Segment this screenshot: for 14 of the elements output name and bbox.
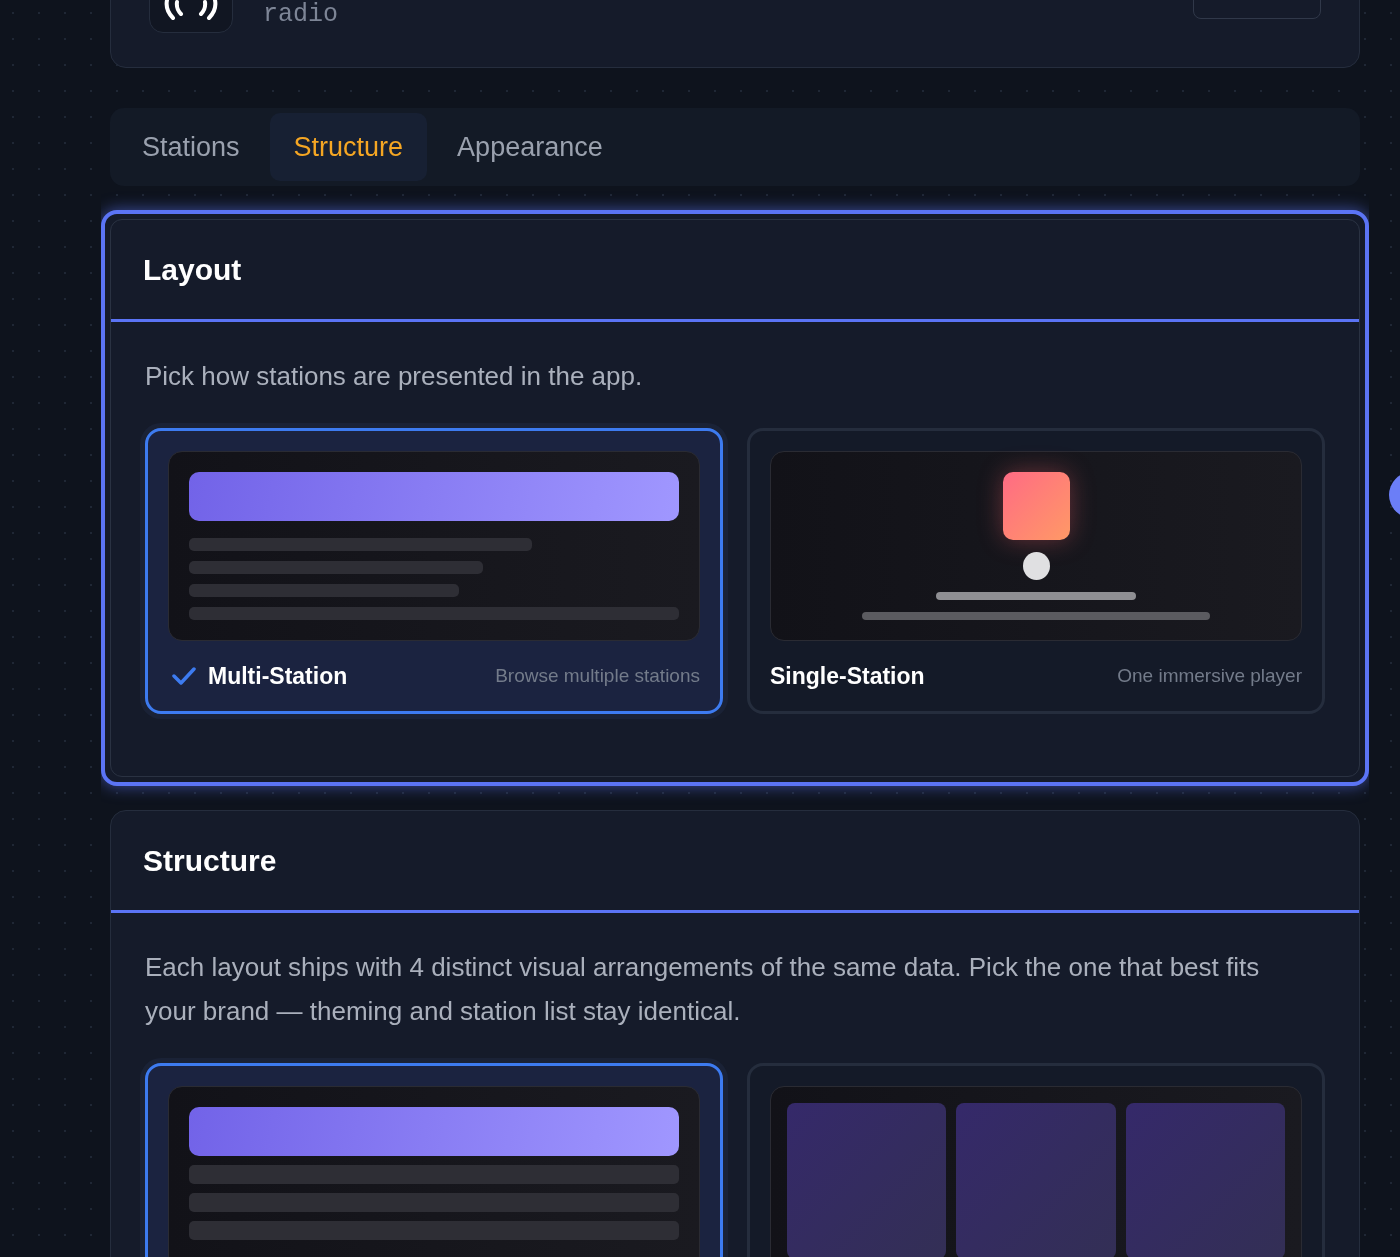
section-title: Structure xyxy=(143,842,277,879)
option-caption: One immersive player xyxy=(1117,663,1302,688)
tab[interactable]: Appearance xyxy=(433,112,627,182)
check-icon xyxy=(172,667,196,685)
app-subtitle: radio xyxy=(263,2,338,27)
layout-option[interactable]: Single-Station One immersive player xyxy=(747,428,1325,714)
tab[interactable]: Stations xyxy=(118,112,264,182)
section-title: Layout xyxy=(143,251,242,288)
option-title: Multi-Station xyxy=(208,661,348,691)
section-description: Pick how stations are presented in the app. xyxy=(145,360,644,393)
option-caption: Browse multiple stations xyxy=(495,663,700,688)
option-title: Single-Station xyxy=(770,661,925,691)
tab[interactable]: Structure xyxy=(269,112,428,182)
section-description: Each layout ships with 4 distinct visual arrangements of the same data. Pick the one that best fits your brand — theming and station list stay identical. xyxy=(145,951,1261,1028)
